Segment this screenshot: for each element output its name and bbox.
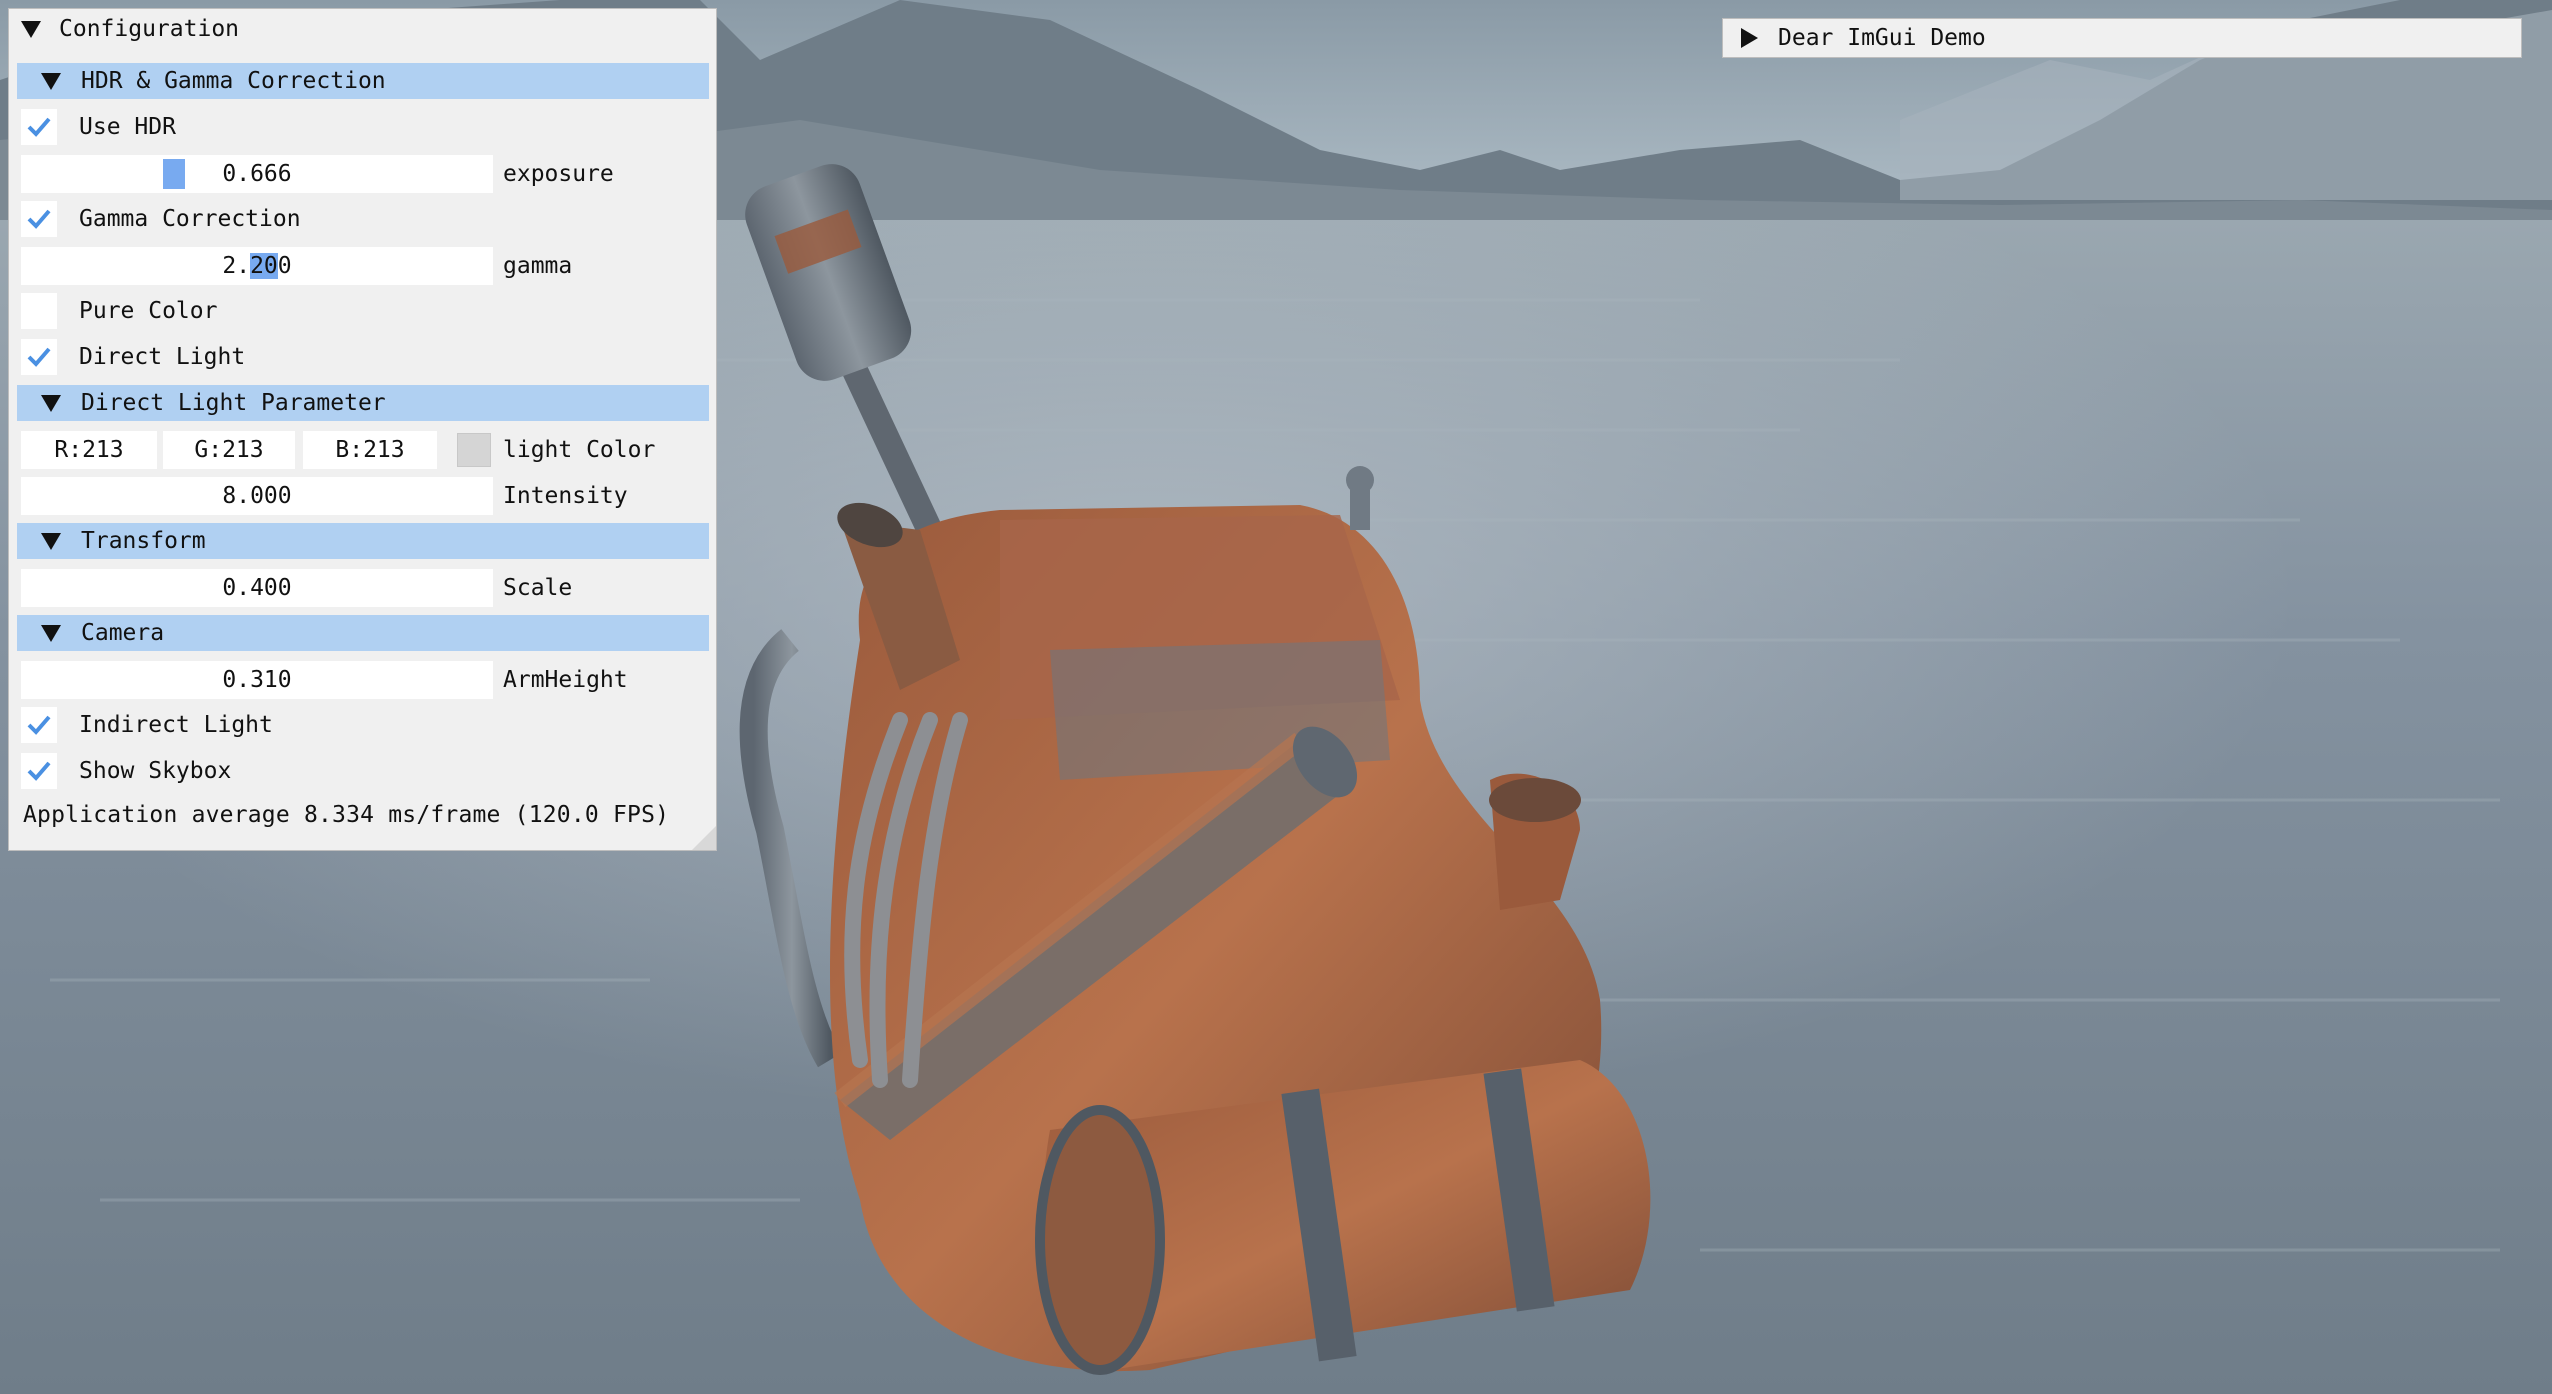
gamma-correction-label: Gamma Correction <box>79 206 301 232</box>
arm-height-label: ArmHeight <box>503 667 628 693</box>
checkmark-icon <box>27 117 51 137</box>
section-title: Transform <box>81 528 206 554</box>
resize-grip[interactable] <box>692 826 716 850</box>
indirect-light-label: Indirect Light <box>79 712 273 738</box>
imgui-demo-titlebar[interactable]: Dear ImGui Demo <box>1723 19 2521 57</box>
collapse-arrow-icon <box>41 624 61 642</box>
section-header-hdr[interactable]: HDR & Gamma Correction <box>17 63 709 99</box>
section-title: HDR & Gamma Correction <box>81 68 386 94</box>
window-title: Configuration <box>59 16 240 42</box>
intensity-label: Intensity <box>503 483 628 509</box>
show-skybox-checkbox[interactable] <box>21 753 57 789</box>
exposure-slider-grab[interactable] <box>163 159 185 189</box>
use-hdr-row[interactable]: Use HDR <box>21 109 176 145</box>
direct-light-row[interactable]: Direct Light <box>21 339 245 375</box>
indirect-light-checkbox[interactable] <box>21 707 57 743</box>
show-skybox-label: Show Skybox <box>79 758 232 784</box>
gamma-input[interactable]: 2.200 <box>21 247 493 285</box>
configuration-titlebar[interactable]: Configuration <box>9 9 716 49</box>
gamma-value-text: 2.200 <box>222 253 292 279</box>
light-color-g-value: G:213 <box>194 437 264 463</box>
arm-height-value: 0.310 <box>222 667 292 693</box>
light-color-b-field[interactable]: B:213 <box>303 431 437 469</box>
gamma-correction-row[interactable]: Gamma Correction <box>21 201 301 237</box>
scale-slider[interactable]: 0.400 <box>21 569 493 607</box>
section-header-camera[interactable]: Camera <box>17 615 709 651</box>
gamma-label: gamma <box>503 253 573 279</box>
scale-value: 0.400 <box>222 575 292 601</box>
checkmark-icon <box>27 761 51 781</box>
use-hdr-label: Use HDR <box>79 114 176 140</box>
expand-arrow-icon[interactable] <box>1741 28 1758 48</box>
light-color-r-field[interactable]: R:213 <box>21 431 157 469</box>
exposure-value: 0.666 <box>222 161 292 187</box>
intensity-slider[interactable]: 8.000 <box>21 477 493 515</box>
section-header-transform[interactable]: Transform <box>17 523 709 559</box>
pure-color-label: Pure Color <box>79 298 218 324</box>
pure-color-row[interactable]: Pure Color <box>21 293 217 329</box>
checkmark-icon <box>27 347 51 367</box>
section-title: Direct Light Parameter <box>81 390 386 416</box>
show-skybox-row[interactable]: Show Skybox <box>21 753 231 789</box>
pure-color-checkbox[interactable] <box>21 293 57 329</box>
window-title: Dear ImGui Demo <box>1778 25 1986 51</box>
collapse-arrow-icon <box>41 72 61 90</box>
collapse-arrow-icon <box>41 394 61 412</box>
frame-stats: Application average 8.334 ms/frame (120.… <box>23 802 670 828</box>
imgui-demo-window[interactable]: Dear ImGui Demo <box>1722 18 2522 58</box>
arm-height-slider[interactable]: 0.310 <box>21 661 493 699</box>
text-selection: 20 <box>250 253 278 279</box>
exposure-label: exposure <box>503 161 614 187</box>
light-color-label: light Color <box>503 437 656 463</box>
light-color-r-value: R:213 <box>54 437 124 463</box>
use-hdr-checkbox[interactable] <box>21 109 57 145</box>
collapse-arrow-icon <box>41 532 61 550</box>
direct-light-label: Direct Light <box>79 344 246 370</box>
checkmark-icon <box>27 209 51 229</box>
light-color-swatch[interactable] <box>457 433 491 467</box>
gamma-correction-checkbox[interactable] <box>21 201 57 237</box>
intensity-value: 8.000 <box>222 483 292 509</box>
checkmark-icon <box>27 715 51 735</box>
section-title: Camera <box>81 620 165 646</box>
indirect-light-row[interactable]: Indirect Light <box>21 707 273 743</box>
collapse-arrow-icon[interactable] <box>21 20 41 38</box>
exposure-slider[interactable]: 0.666 <box>21 155 493 193</box>
section-header-direct-light[interactable]: Direct Light Parameter <box>17 385 709 421</box>
light-color-b-value: B:213 <box>335 437 405 463</box>
light-color-g-field[interactable]: G:213 <box>163 431 295 469</box>
direct-light-checkbox[interactable] <box>21 339 57 375</box>
configuration-window[interactable]: Configuration HDR & Gamma Correction Use… <box>8 8 717 851</box>
scale-label: Scale <box>503 575 573 601</box>
